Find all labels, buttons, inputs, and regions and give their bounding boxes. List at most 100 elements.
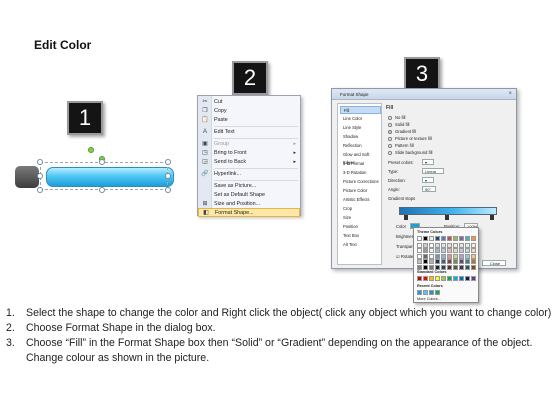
color-swatch[interactable]: [417, 253, 422, 259]
color-swatch[interactable]: [465, 264, 470, 270]
color-swatch[interactable]: [441, 276, 446, 281]
category-item[interactable]: Crop: [340, 205, 381, 213]
menu-item-edit-text[interactable]: A Edit Text: [198, 128, 300, 137]
gradient-stop-handle[interactable]: [445, 215, 449, 220]
color-swatch[interactable]: [435, 248, 440, 253]
angle-input[interactable]: 90°: [422, 186, 436, 192]
color-swatch[interactable]: [435, 290, 440, 295]
color-swatch[interactable]: [423, 290, 428, 295]
color-swatch[interactable]: [417, 248, 422, 253]
color-swatch[interactable]: [417, 276, 422, 281]
color-swatch[interactable]: [453, 264, 458, 270]
category-item[interactable]: Glow and Soft Edges: [340, 151, 381, 165]
color-swatch[interactable]: [435, 264, 440, 270]
color-swatch[interactable]: [459, 236, 464, 241]
color-swatch[interactable]: [465, 259, 470, 264]
resize-handle[interactable]: [37, 187, 43, 193]
color-swatch[interactable]: [417, 264, 422, 270]
category-item[interactable]: Position: [340, 223, 381, 231]
menu-item-bring-to-front[interactable]: ◳ Bring to Front ▸: [198, 149, 300, 158]
color-swatch[interactable]: [459, 253, 464, 259]
color-swatch[interactable]: [423, 253, 428, 259]
close-button[interactable]: Close: [482, 260, 506, 266]
color-swatch[interactable]: [471, 248, 476, 253]
category-item[interactable]: Size: [340, 214, 381, 222]
gradient-stop-handle[interactable]: [490, 215, 494, 220]
radio-no-fill[interactable]: No fill: [388, 115, 405, 121]
color-swatch[interactable]: [429, 253, 434, 259]
color-swatch[interactable]: [459, 242, 464, 248]
color-swatch[interactable]: [435, 259, 440, 264]
color-swatch[interactable]: [429, 264, 434, 270]
category-item[interactable]: Line Color: [340, 115, 381, 123]
color-swatch[interactable]: [471, 264, 476, 270]
resize-handle[interactable]: [37, 173, 43, 179]
color-swatch[interactable]: [441, 242, 446, 248]
category-item[interactable]: Artistic Effects: [340, 196, 381, 204]
category-item[interactable]: 3-D Format: [340, 160, 381, 168]
color-swatch[interactable]: [417, 290, 422, 295]
preset-colors-dropdown[interactable]: ▾: [422, 159, 434, 165]
color-swatch[interactable]: [429, 290, 434, 295]
menu-item-format-shape[interactable]: ◧ Format Shape...: [198, 208, 300, 217]
color-swatch[interactable]: [423, 236, 428, 241]
category-item[interactable]: Picture Color: [340, 187, 381, 195]
color-swatch[interactable]: [429, 259, 434, 264]
resize-handle[interactable]: [37, 159, 43, 165]
type-dropdown[interactable]: Linear: [422, 168, 444, 174]
direction-dropdown[interactable]: ▾: [422, 177, 434, 183]
color-swatch[interactable]: [447, 264, 452, 270]
color-swatch[interactable]: [459, 259, 464, 264]
color-swatch[interactable]: [447, 276, 452, 281]
color-swatch[interactable]: [471, 259, 476, 264]
color-swatch[interactable]: [417, 242, 422, 248]
category-item[interactable]: 3-D Rotation: [340, 169, 381, 177]
color-swatch[interactable]: [423, 264, 428, 270]
dark-rounded-square[interactable]: [15, 166, 39, 188]
menu-item-paste[interactable]: 📋 Paste: [198, 116, 300, 125]
color-swatch[interactable]: [447, 259, 452, 264]
category-item[interactable]: Picture Corrections: [340, 178, 381, 186]
radio-picture-fill[interactable]: Picture or texture fill: [388, 136, 432, 142]
radio-pattern-fill[interactable]: Pattern fill: [388, 143, 414, 149]
menu-item-set-default-shape[interactable]: Set as Default Shape: [198, 191, 300, 200]
color-swatch[interactable]: [441, 253, 446, 259]
color-swatch[interactable]: [447, 253, 452, 259]
category-item[interactable]: Text Box: [340, 232, 381, 240]
color-swatch[interactable]: [471, 253, 476, 259]
resize-handle[interactable]: [165, 173, 171, 179]
gradient-stop-handle[interactable]: [404, 215, 408, 220]
gradient-stops-bar[interactable]: [399, 207, 497, 215]
color-swatch[interactable]: [471, 276, 476, 281]
color-swatch[interactable]: [465, 242, 470, 248]
color-swatch[interactable]: [447, 242, 452, 248]
color-swatch[interactable]: [465, 253, 470, 259]
color-swatch[interactable]: [471, 236, 476, 241]
menu-item-send-to-back[interactable]: ◲ Send to Back ▸: [198, 158, 300, 167]
resize-handle[interactable]: [165, 159, 171, 165]
color-swatch[interactable]: [429, 242, 434, 248]
color-swatch[interactable]: [471, 242, 476, 248]
color-swatch[interactable]: [423, 276, 428, 281]
resize-handle[interactable]: [165, 187, 171, 193]
resize-handle[interactable]: [99, 187, 105, 193]
color-swatch[interactable]: [435, 253, 440, 259]
color-swatch[interactable]: [435, 242, 440, 248]
close-icon[interactable]: ×: [508, 89, 512, 100]
menu-item-hyperlink[interactable]: 🔗 Hyperlink...: [198, 170, 300, 179]
color-swatch[interactable]: [447, 236, 452, 241]
color-swatch[interactable]: [441, 236, 446, 241]
color-swatch[interactable]: [429, 276, 434, 281]
color-swatch[interactable]: [423, 248, 428, 253]
color-swatch[interactable]: [459, 248, 464, 253]
menu-item-group[interactable]: ▣ Group ▸: [198, 140, 300, 149]
color-swatch[interactable]: [417, 236, 422, 241]
color-swatch[interactable]: [429, 236, 434, 241]
color-swatch[interactable]: [447, 248, 452, 253]
color-swatch[interactable]: [453, 253, 458, 259]
radio-solid-fill[interactable]: Solid fill: [388, 122, 409, 128]
color-swatch[interactable]: [465, 236, 470, 241]
category-fill[interactable]: Fill: [340, 106, 381, 114]
color-swatch[interactable]: [453, 259, 458, 264]
radio-slide-background-fill[interactable]: Slide background fill: [388, 150, 432, 156]
